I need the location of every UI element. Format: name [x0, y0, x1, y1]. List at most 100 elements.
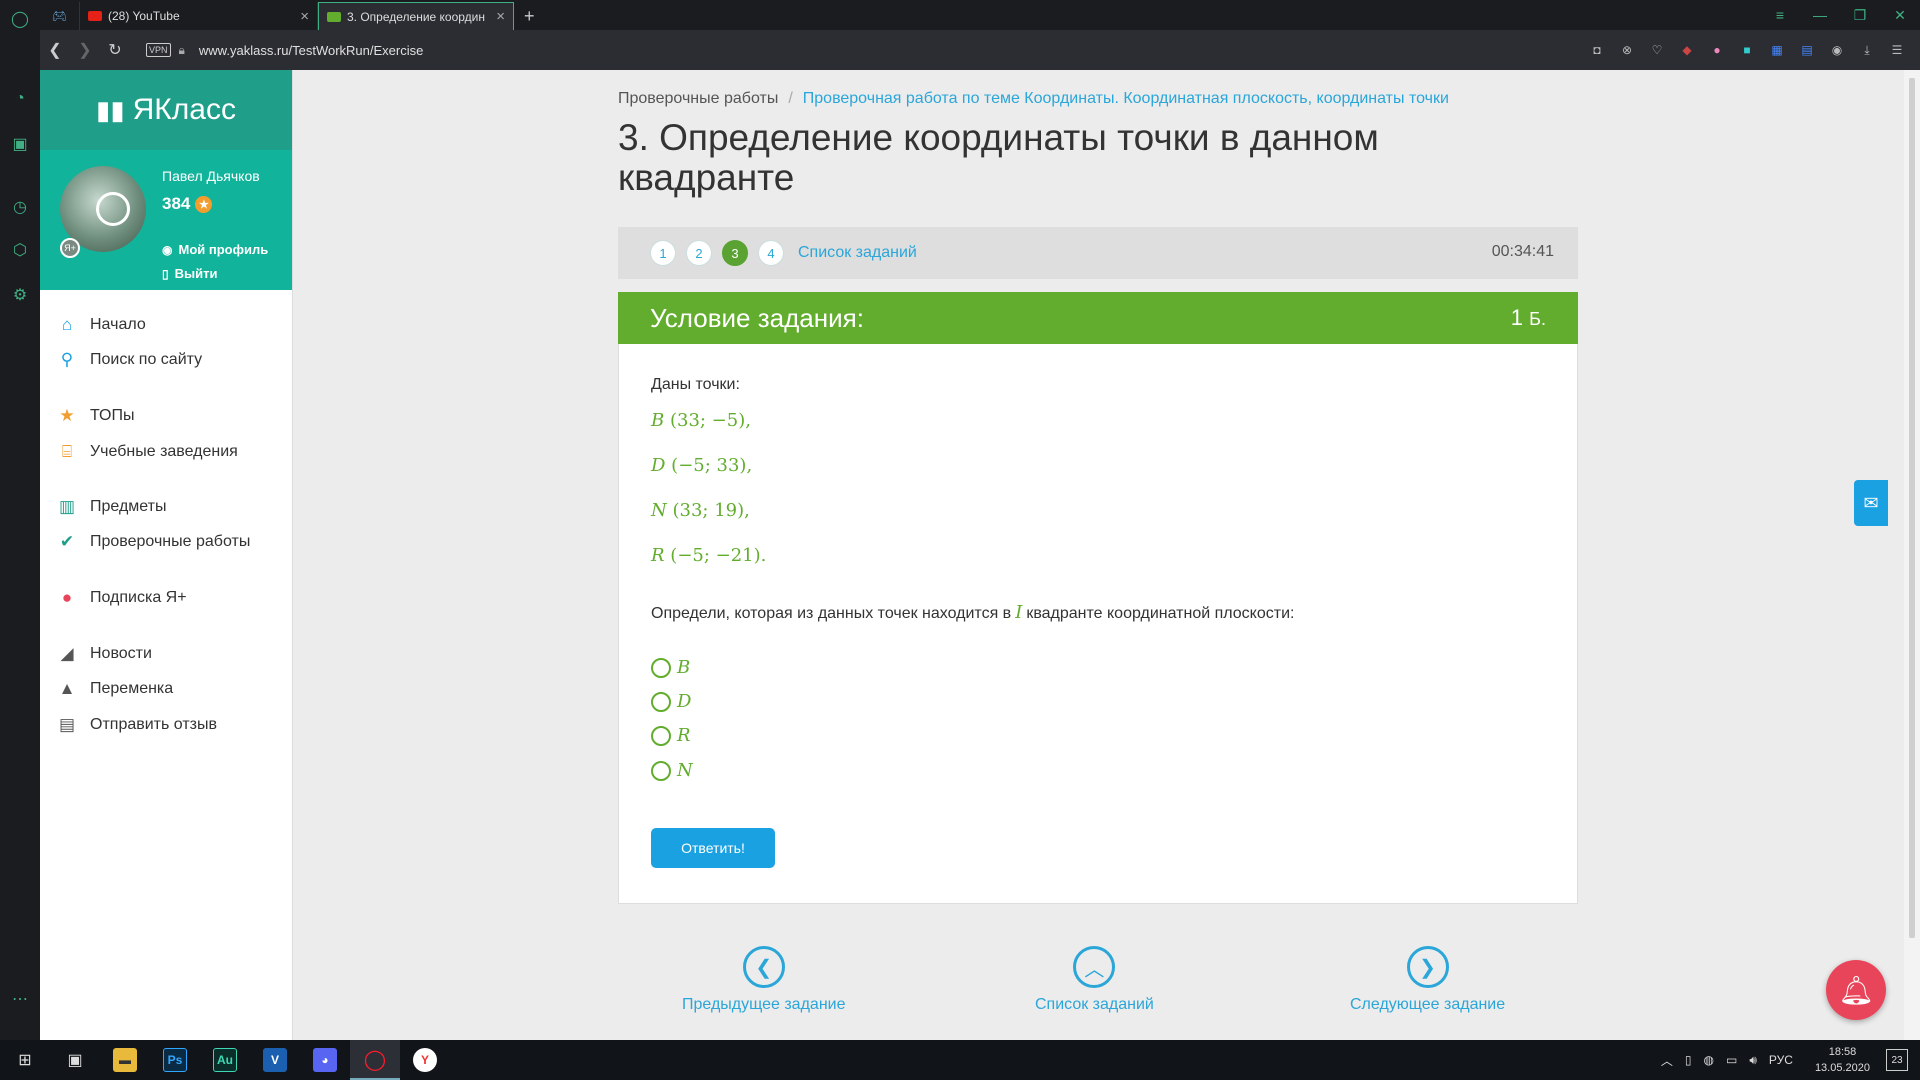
scrollbar-thumb[interactable]	[1909, 78, 1915, 938]
photoshop-button[interactable]: Ps	[150, 1040, 200, 1080]
settings-icon[interactable]: ⚙	[9, 284, 31, 306]
site-logo[interactable]: ▮▮ ЯКласс	[40, 70, 292, 150]
answer-option-r[interactable]: R	[651, 725, 691, 746]
sidebar-item-institutions[interactable]: ⌸ Учебные заведения	[56, 441, 238, 463]
sidebar-item-home[interactable]: ⌂ Начало	[56, 314, 146, 336]
download-icon[interactable]: ⤓	[1856, 40, 1878, 60]
adblock-icon[interactable]: ⊗	[1616, 40, 1638, 60]
extension-icon[interactable]: ◆	[1676, 40, 1698, 60]
tab-gaming[interactable]: 🎮︎	[40, 2, 80, 30]
vpn-badge[interactable]: VPN	[146, 43, 171, 57]
points-badge: 1 Б.	[1511, 305, 1546, 331]
input-language[interactable]: РУС	[1769, 1053, 1793, 1067]
heart-icon[interactable]: ♡	[1646, 40, 1668, 60]
task-list-link[interactable]: Список заданий	[798, 244, 917, 262]
answer-option-d[interactable]: D	[651, 691, 691, 712]
sidebar-item-search[interactable]: ⚲ Поиск по сайту	[56, 349, 202, 371]
answer-option-n[interactable]: N	[651, 760, 693, 781]
notification-bell-button[interactable]: 🔔︎	[1826, 960, 1886, 1020]
minimize-icon[interactable]: —	[1800, 0, 1840, 30]
extensions-icon[interactable]: ⬡	[9, 239, 31, 261]
lock-icon[interactable]: 🔒︎	[179, 43, 185, 58]
sidebar-item-subscription[interactable]: ● Подписка Я+	[56, 587, 187, 609]
question-after: квадранте координатной плоскости:	[1026, 605, 1295, 622]
extension-icon[interactable]: ▦	[1766, 40, 1788, 60]
logout-link[interactable]: ▯ Выйти	[162, 266, 217, 281]
explorer-button[interactable]: ▬	[100, 1040, 150, 1080]
url-field[interactable]: www.yaklass.ru/TestWorkRun/Exercise	[199, 43, 423, 58]
site-sidebar: ▮▮ ЯКласс Я+ Павел Дьячков 384 ★ ◉ Мой п…	[40, 70, 293, 1040]
task-number-button[interactable]: 1	[650, 240, 676, 266]
sidebar-item-break[interactable]: ▲ Переменка	[56, 678, 174, 700]
sidebar-item-news[interactable]: ◢ Новости	[56, 643, 151, 665]
sidebar-item-subjects[interactable]: ▥ Предметы	[56, 496, 167, 518]
more-icon[interactable]: ⋯	[9, 988, 31, 1010]
extension-icon[interactable]: ◉	[1826, 40, 1848, 60]
forward-icon[interactable]: ❯	[70, 40, 100, 60]
close-tab-icon[interactable]: ×	[496, 8, 505, 25]
twitch-icon[interactable]: ▣	[9, 133, 31, 155]
opera-logo-icon[interactable]: ◯	[9, 8, 31, 30]
my-profile-link[interactable]: ◉ Мой профиль	[162, 242, 268, 257]
task-number-button[interactable]: 4	[758, 240, 784, 266]
easy-setup-icon[interactable]: ☰	[1886, 40, 1908, 60]
maximize-icon[interactable]: ❐	[1840, 0, 1880, 30]
radio-button[interactable]	[651, 725, 671, 746]
vegas-button[interactable]: V	[250, 1040, 300, 1080]
radio-button[interactable]	[651, 760, 671, 781]
question-before: Определи, которая из данных точек находи…	[651, 605, 1012, 622]
task-number-button[interactable]: 2	[686, 240, 712, 266]
sidebar-item-tests[interactable]: ✔ Проверочные работы	[56, 531, 250, 553]
task-list-bottom-label: Список заданий	[1035, 996, 1154, 1013]
quadrant-symbol: I	[1015, 602, 1023, 623]
extension-icon[interactable]: ■	[1736, 40, 1758, 60]
reload-icon[interactable]: ↻	[100, 40, 130, 60]
window-controls: ≡ — ❐ ✕	[1760, 0, 1920, 30]
brand-name: ЯКласс	[132, 93, 236, 126]
user-icon: ◉	[162, 242, 173, 257]
tab-menu-icon[interactable]: ≡	[1760, 0, 1800, 30]
sidebar-item-feedback[interactable]: ▤ Отправить отзыв	[56, 714, 217, 736]
task-list-bottom-link[interactable]: ︿ Список заданий	[1035, 946, 1154, 1014]
page-scrollbar[interactable]	[1904, 70, 1920, 1040]
submit-answer-button[interactable]: Ответить!	[651, 828, 775, 868]
user-name[interactable]: Павел Дьячков	[162, 168, 260, 184]
avatar[interactable]: Я+	[60, 166, 146, 258]
taskbar-clock[interactable]: 18:58 13.05.2020	[1809, 1044, 1876, 1076]
volume-icon[interactable]: 🔊︎	[1749, 1053, 1757, 1068]
chevron-up-icon: ︿	[1073, 946, 1116, 988]
audition-button[interactable]: Au	[200, 1040, 250, 1080]
tab-yaklass[interactable]: 3. Определение координ ×	[318, 2, 514, 30]
breadcrumb-current[interactable]: Проверочная работа по теме Координаты. К…	[803, 90, 1449, 107]
snapshot-icon[interactable]: ◘	[1586, 40, 1608, 60]
close-tab-icon[interactable]: ×	[300, 8, 309, 25]
opera-button[interactable]: ◯	[350, 1040, 400, 1080]
sidebar-item-tops[interactable]: ★ ТОПы	[56, 405, 134, 427]
breadcrumb-root[interactable]: Проверочные работы	[618, 90, 778, 107]
tab-youtube[interactable]: (28) YouTube ×	[80, 2, 318, 30]
yandex-browser-button[interactable]: Y	[400, 1040, 450, 1080]
history-icon[interactable]: ◷	[9, 196, 31, 218]
action-center-button[interactable]: 23	[1886, 1049, 1908, 1071]
back-icon[interactable]: ❮	[40, 40, 70, 60]
start-button[interactable]: ⊞	[0, 1040, 50, 1080]
answer-option-b[interactable]: B	[651, 657, 690, 678]
discord-button[interactable]: ◕	[300, 1040, 350, 1080]
radio-button[interactable]	[651, 657, 671, 678]
task-number-button-current[interactable]: 3	[722, 240, 748, 266]
chevron-right-icon: ❯	[1406, 946, 1449, 988]
new-tab-button[interactable]: +	[514, 2, 545, 30]
battery-icon[interactable]: ▯	[1685, 1053, 1692, 1067]
close-window-icon[interactable]: ✕	[1880, 0, 1920, 30]
radio-button[interactable]	[651, 691, 671, 712]
tray-overflow-icon[interactable]: ︿	[1661, 1052, 1673, 1069]
translate-icon[interactable]: ▤	[1796, 40, 1818, 60]
task-view-button[interactable]: ▣	[50, 1040, 100, 1080]
steam-icon[interactable]: ◍	[1704, 1053, 1714, 1067]
speed-dial-icon[interactable]: ◔	[9, 88, 31, 110]
extension-icon[interactable]: ●	[1706, 40, 1728, 60]
next-task-link[interactable]: ❯ Следующее задание	[1350, 946, 1505, 1014]
network-icon[interactable]: ▭	[1726, 1053, 1737, 1067]
feedback-mail-button[interactable]: ✉	[1854, 480, 1888, 526]
previous-task-link[interactable]: ❮ Предыдущее задание	[682, 946, 845, 1014]
